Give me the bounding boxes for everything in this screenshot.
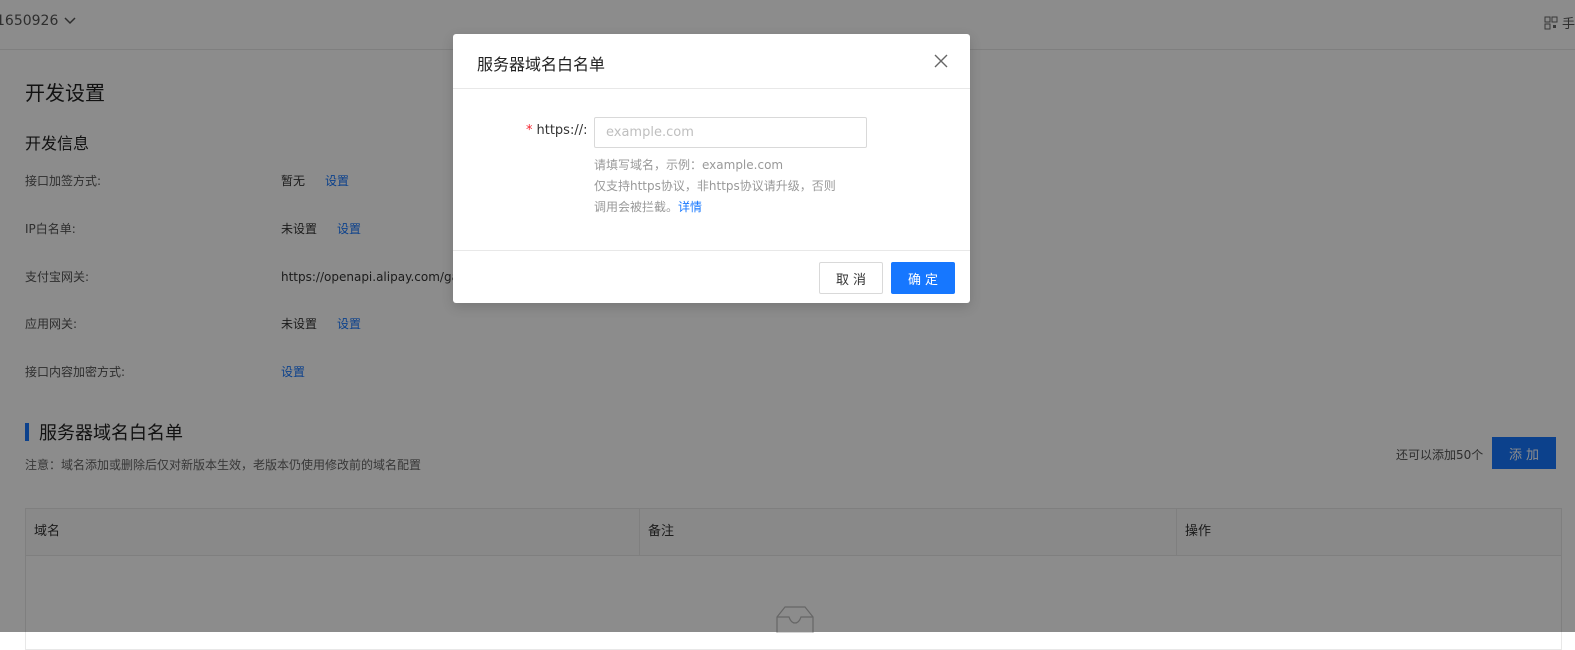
https-label-text: https://: — [536, 123, 588, 138]
dialog-footer: 取消 确定 — [453, 250, 970, 304]
domain-whitelist-dialog: 服务器域名白名单 *https://: 请填写域名，示例：example.com… — [453, 34, 970, 303]
required-mark: * — [526, 123, 533, 138]
cancel-button[interactable]: 取消 — [819, 262, 883, 294]
help-line-protocol: 仅支持https协议，非https协议请升级，否则 — [594, 179, 836, 193]
dialog-title: 服务器域名白名单 — [477, 55, 606, 74]
dialog-header: 服务器域名白名单 — [453, 34, 970, 89]
https-field-label: * https://: — [526, 123, 587, 138]
help-line-intercept-text: 调用会被拦截。 — [594, 200, 679, 214]
help-line-intercept: 调用会被拦截。详情 — [594, 197, 884, 218]
close-icon[interactable] — [933, 53, 949, 69]
help-detail-link[interactable]: 详情 — [678, 200, 702, 214]
domain-help-text: 请填写域名，示例：example.com 仅支持https协议，非https协议… — [594, 155, 884, 218]
domain-input[interactable] — [594, 117, 867, 148]
confirm-button[interactable]: 确定 — [891, 262, 955, 294]
help-line-example: 请填写域名，示例：example.com — [594, 158, 784, 172]
